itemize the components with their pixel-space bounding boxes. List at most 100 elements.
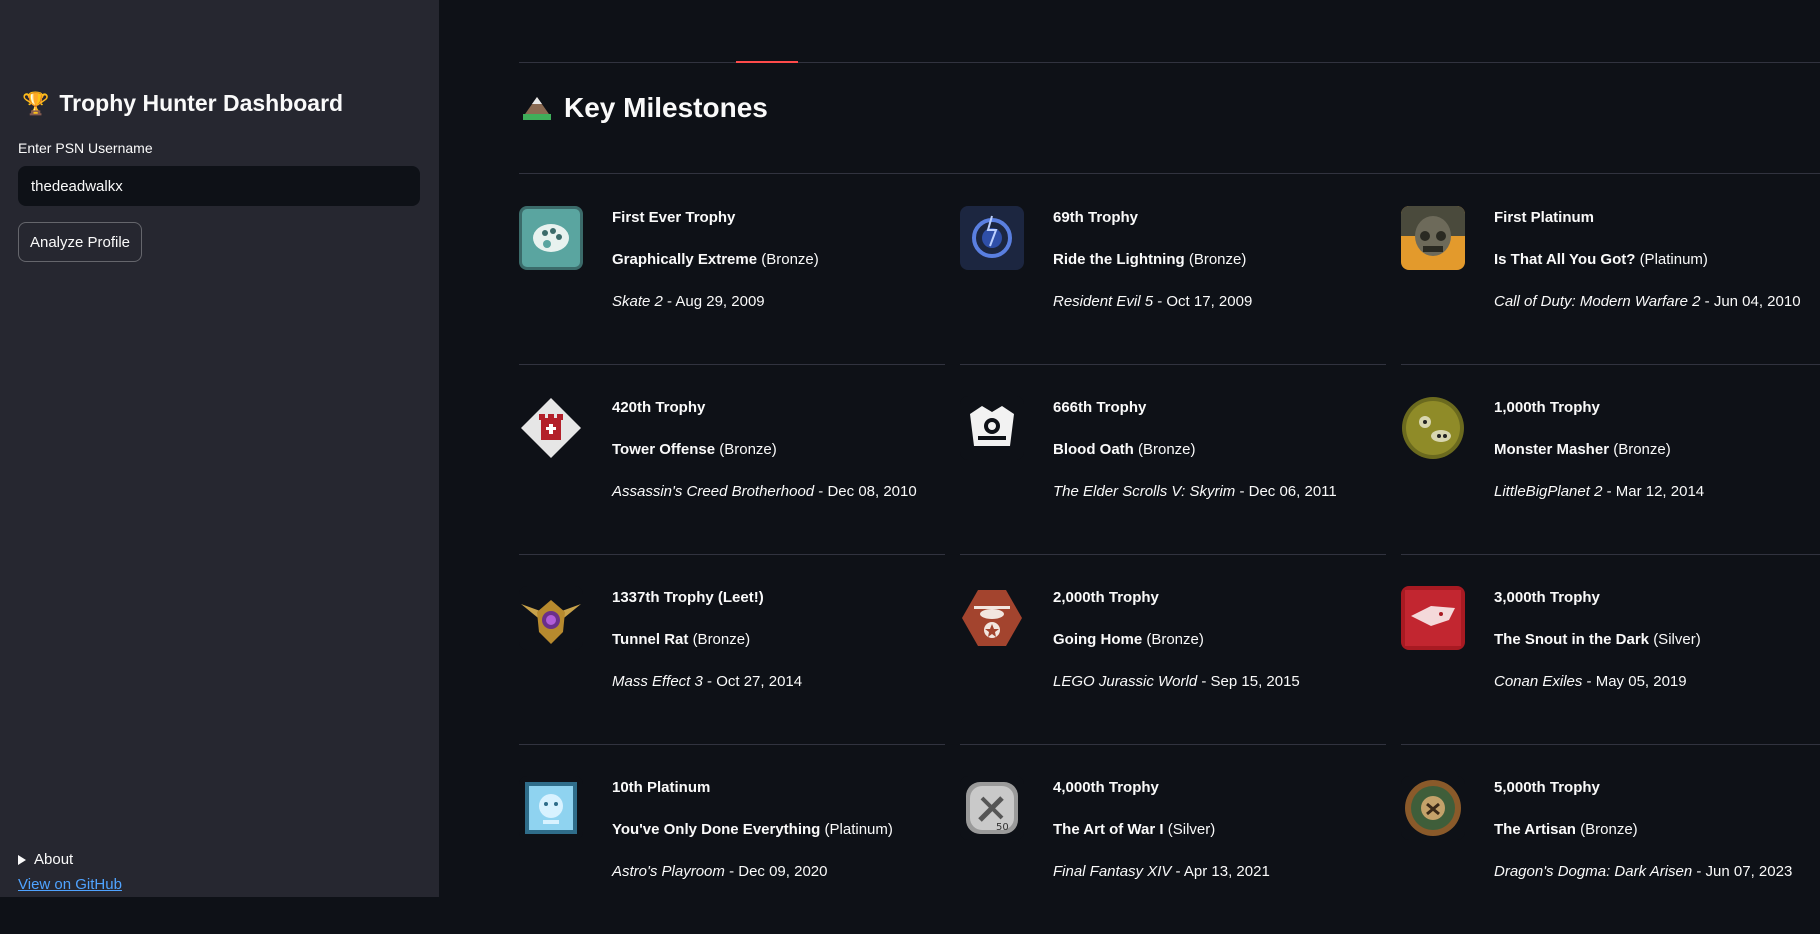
milestone-card: First Ever Trophy Graphically Extreme (Br… — [519, 174, 945, 364]
game-title: LEGO Jurassic World — [1053, 673, 1198, 690]
trophy-title: Monster Masher — [1494, 441, 1610, 458]
trophy-grade: (Bronze) — [1188, 251, 1247, 268]
milestone-label: 5,000th Trophy — [1494, 779, 1600, 796]
card-divider — [519, 364, 945, 365]
trophy-grade: (Bronze) — [719, 441, 777, 458]
expand-triangle-icon — [18, 854, 26, 865]
tower-icon — [519, 396, 583, 460]
trophy-name: Blood Oath (Bronze) — [1053, 441, 1196, 458]
username-input[interactable]: thedeadwalkx — [18, 166, 420, 206]
earned-date: - Dec 09, 2020 — [724, 863, 828, 880]
game-and-date: Mass Effect 3 - Oct 27, 2014 — [612, 673, 802, 690]
game-title: Mass Effect 3 — [612, 673, 703, 690]
trophy-title: Blood Oath — [1053, 441, 1134, 458]
trophy-title: Graphically Extreme — [612, 251, 758, 268]
earned-date: - Jun 04, 2010 — [1700, 293, 1801, 310]
trophy-name: Is That All You Got? (Platinum) — [1494, 251, 1708, 268]
milestone-card: 1,000th Trophy Monster Masher (Bronze) Lit… — [1401, 364, 1820, 554]
trophy-name: Tunnel Rat (Bronze) — [612, 631, 750, 648]
helicopter-badge-icon — [960, 586, 1024, 650]
milestone-card: 1337th Trophy (Leet!) Tunnel Rat (Bronze)… — [519, 554, 945, 744]
tab-active-indicator[interactable] — [736, 61, 798, 63]
game-and-date: Astro's Playroom - Dec 09, 2020 — [612, 863, 827, 880]
trophy-grade: (Bronze) — [1613, 441, 1671, 458]
soldier-mask-icon — [1401, 206, 1465, 270]
milestone-card: 5,000th Trophy The Artisan (Bronze) Dragon… — [1401, 744, 1820, 934]
dark-brotherhood-icon — [960, 396, 1024, 460]
page-title-text: Key Milestones — [564, 92, 768, 123]
card-divider — [1401, 364, 1820, 365]
milestone-card: 420th Trophy Tower Offense (Bronze) Assass… — [519, 364, 945, 554]
sidebar-title-text: Trophy Hunter Dashboard — [59, 90, 344, 116]
mountain-icon — [523, 97, 551, 120]
tab-bar-line — [519, 62, 1820, 63]
game-and-date: Conan Exiles - May 05, 2019 — [1494, 673, 1687, 690]
milestone-label: 666th Trophy — [1053, 399, 1147, 416]
game-title: Call of Duty: Modern Warfare 2 — [1494, 293, 1701, 310]
earned-date: - Oct 27, 2014 — [702, 673, 803, 690]
earned-date: - Mar 12, 2014 — [1602, 483, 1705, 500]
milestone-label: First Ever Trophy — [612, 209, 736, 226]
username-label: Enter PSN Username — [18, 140, 153, 156]
red-beast-icon — [1401, 586, 1465, 650]
trophy-grade: (Bronze) — [1146, 631, 1204, 648]
trophy-title: The Snout in the Dark — [1494, 631, 1650, 648]
game-and-date: LittleBigPlanet 2 - Mar 12, 2014 — [1494, 483, 1704, 500]
trophy-grade: (Silver) — [1653, 631, 1701, 648]
trophy-title: You've Only Done Everything — [612, 821, 821, 838]
earned-date: - Oct 17, 2009 — [1153, 293, 1253, 310]
monster-face-icon — [1401, 396, 1465, 460]
trophy-title: Tower Offense — [612, 441, 716, 458]
page-title: Key Milestones — [522, 92, 768, 124]
earned-date: - Dec 08, 2010 — [814, 483, 917, 500]
card-divider — [519, 554, 945, 555]
card-divider — [960, 364, 1386, 365]
game-and-date: LEGO Jurassic World - Sep 15, 2015 — [1053, 673, 1300, 690]
milestone-card: 69th Trophy Ride the Lightning (Bronze) Re… — [960, 174, 1386, 364]
card-divider — [1401, 744, 1820, 745]
trophy-title: Is That All You Got? — [1494, 251, 1636, 268]
trophy-title: The Artisan — [1494, 821, 1576, 838]
game-title: LittleBigPlanet 2 — [1494, 483, 1603, 500]
milestone-card: 10th Platinum You've Only Done Everything… — [519, 744, 945, 934]
trophy-name: Monster Masher (Bronze) — [1494, 441, 1671, 458]
trophy-name: Tower Offense (Bronze) — [612, 441, 777, 458]
card-divider — [1401, 554, 1820, 555]
trophy-title: The Art of War I — [1053, 821, 1164, 838]
username-value: thedeadwalkx — [31, 177, 123, 195]
milestone-label: 4,000th Trophy — [1053, 779, 1159, 796]
trophy-icon: 🏆 — [22, 90, 50, 116]
earned-date: - Dec 06, 2011 — [1235, 483, 1337, 500]
game-title: Assassin's Creed Brotherhood — [612, 483, 815, 500]
milestone-label: 2,000th Trophy — [1053, 589, 1159, 606]
milestone-card: 50 4,000th Trophy The Art of War I (Silver… — [960, 744, 1386, 934]
trophy-grade: (Bronze) — [1580, 821, 1638, 838]
trophy-grade: (Platinum) — [824, 821, 893, 838]
trophy-title: Going Home — [1053, 631, 1143, 648]
about-expander[interactable]: About — [18, 851, 73, 868]
palette-icon — [519, 206, 583, 270]
trophy-name: Graphically Extreme (Bronze) — [612, 251, 819, 268]
trophy-title: Ride the Lightning — [1053, 251, 1185, 268]
milestone-label: 10th Platinum — [612, 779, 711, 796]
milestone-card: First Platinum Is That All You Got? (Plat… — [1401, 174, 1820, 364]
analyze-profile-button[interactable]: Analyze Profile — [18, 222, 142, 262]
milestone-label: 69th Trophy — [1053, 209, 1139, 226]
lightning-ring-icon — [960, 206, 1024, 270]
trophy-grade: (Platinum) — [1639, 251, 1708, 268]
github-link[interactable]: View on GitHub — [18, 876, 122, 893]
milestone-card: 2,000th Trophy Going Home (Bronze) LEGO Ju… — [960, 554, 1386, 744]
card-divider — [960, 744, 1386, 745]
game-title: The Elder Scrolls V: Skyrim — [1053, 483, 1236, 500]
trophy-title: Tunnel Rat — [612, 631, 689, 648]
artisan-wreath-icon — [1401, 776, 1465, 840]
earned-date: - Aug 29, 2009 — [662, 293, 765, 310]
game-title: Conan Exiles — [1494, 673, 1583, 690]
trophy-name: You've Only Done Everything (Platinum) — [612, 821, 893, 838]
sidebar-title: 🏆 Trophy Hunter Dashboard — [22, 90, 343, 117]
game-title: Resident Evil 5 — [1053, 293, 1154, 310]
game-and-date: Final Fantasy XIV - Apr 13, 2021 — [1053, 863, 1270, 880]
trophy-grade: (Bronze) — [692, 631, 751, 648]
trophy-grade: (Bronze) — [1138, 441, 1196, 458]
card-divider — [960, 554, 1386, 555]
